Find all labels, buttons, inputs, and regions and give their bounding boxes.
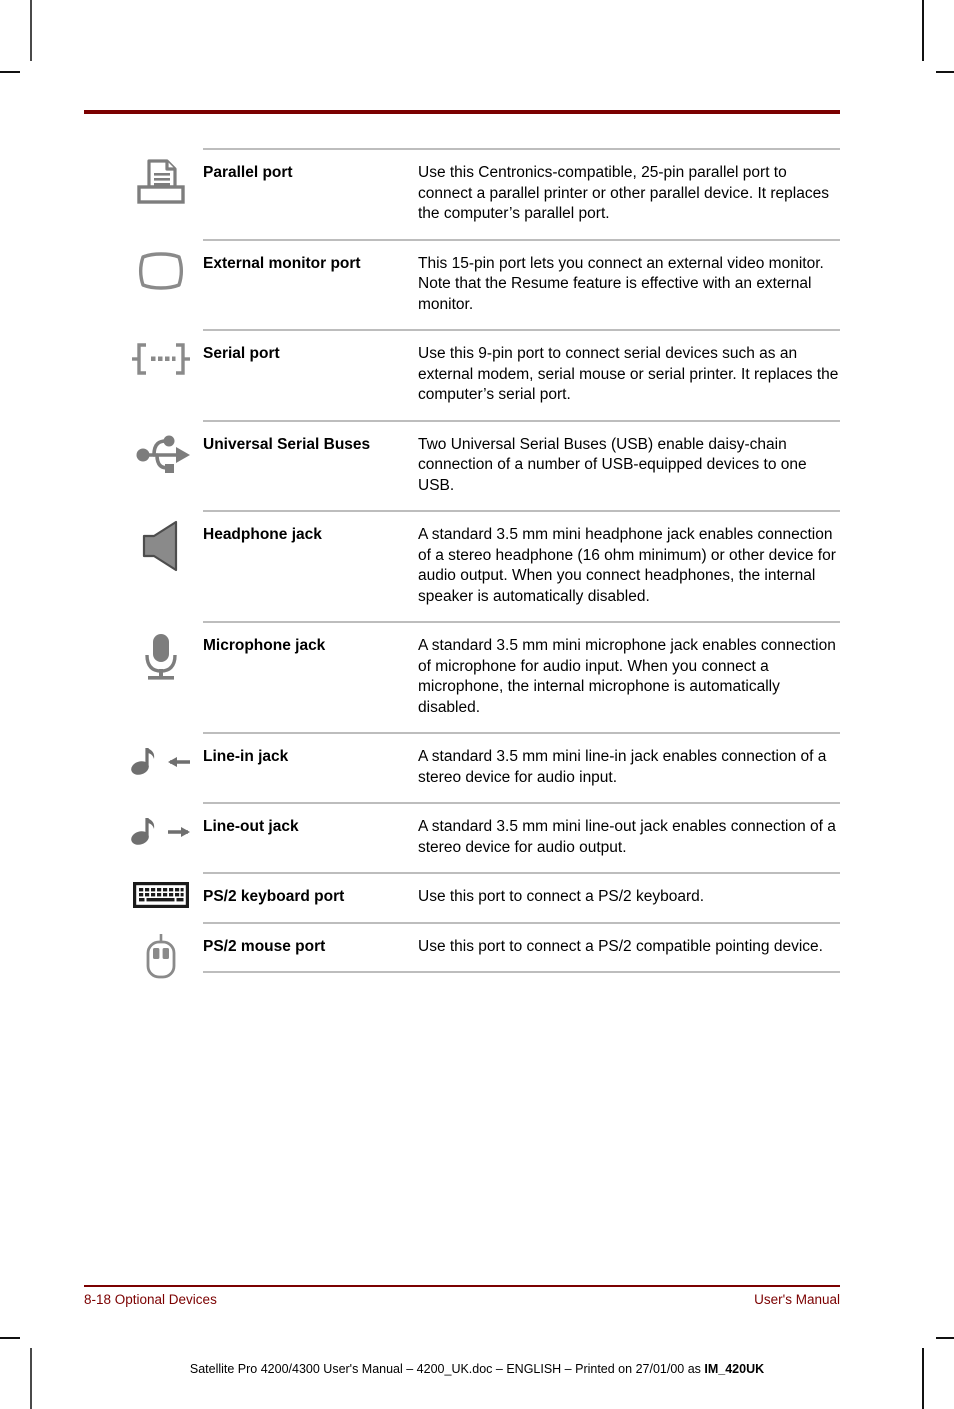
crop-mark-top-right-vertical: [922, 0, 924, 61]
table-row: Line-out jack A standard 3.5 mm mini lin…: [119, 802, 840, 872]
port-label: Parallel port: [203, 148, 418, 197]
port-label: Line-in jack: [203, 732, 418, 781]
serial-port-icon: [119, 329, 203, 379]
port-description: Two Universal Serial Buses (USB) enable …: [418, 419, 840, 511]
printer-icon: [119, 148, 203, 206]
port-description: This 15-pin port lets you connect an ext…: [418, 238, 840, 330]
table-row: Microphone jack A standard 3.5 mm mini m…: [119, 621, 840, 732]
port-description: A standard 3.5 mm mini line-in jack enab…: [418, 732, 840, 802]
port-label: Serial port: [203, 329, 418, 378]
port-label: Line-out jack: [203, 802, 418, 851]
port-label: Microphone jack: [203, 621, 418, 670]
crop-mark-bottom-right-vertical: [922, 1348, 924, 1409]
print-line-text: Satellite Pro 4200/4300 User's Manual – …: [189, 1362, 705, 1376]
port-description: Use this 9-pin port to connect serial de…: [418, 329, 840, 420]
port-label: External monitor port: [203, 238, 418, 288]
mouse-icon: [119, 922, 203, 980]
table-row: External monitor port This 15-pin port l…: [119, 238, 840, 330]
port-description: A standard 3.5 mm mini microphone jack e…: [418, 621, 840, 732]
port-specification-table: Parallel port Use this Centronics-compat…: [119, 148, 840, 980]
footer-manual-title: User's Manual: [754, 1292, 840, 1307]
speaker-icon: [119, 510, 203, 572]
port-description: A standard 3.5 mm mini line-out jack ena…: [418, 802, 840, 872]
crop-mark-top-right-horizontal: [936, 71, 954, 73]
music-note-left-arrow-icon: [119, 732, 203, 778]
crop-mark-bottom-left-horizontal: [0, 1337, 20, 1339]
port-label: PS/2 mouse port: [203, 921, 418, 973]
microphone-icon: [119, 621, 203, 683]
page-footer: 8-18 Optional Devices User's Manual: [84, 1292, 840, 1307]
port-description: Use this Centronics-compatible, 25-pin p…: [418, 148, 840, 239]
port-description: Use this port to connect a PS/2 keyboard…: [418, 872, 840, 922]
table-row: Universal Serial Buses Two Universal Ser…: [119, 419, 840, 511]
header-rule: [84, 110, 840, 114]
monitor-icon: [119, 239, 203, 293]
crop-mark-top-left-horizontal: [0, 71, 20, 73]
table-row: Serial port Use this 9-pin port to conne…: [119, 329, 840, 420]
port-description: A standard 3.5 mm mini headphone jack en…: [418, 510, 840, 621]
footer-rule: [84, 1285, 840, 1287]
port-label: Headphone jack: [203, 510, 418, 559]
crop-mark-top-left-vertical: [30, 0, 32, 61]
port-label: PS/2 keyboard port: [203, 872, 418, 921]
print-line-docid: IM_420UK: [704, 1362, 765, 1376]
crop-mark-bottom-right-horizontal: [936, 1337, 954, 1339]
table-row: Parallel port Use this Centronics-compat…: [119, 148, 840, 239]
music-note-right-arrow-icon: [119, 802, 203, 848]
port-label: Universal Serial Buses: [203, 419, 418, 469]
footer-page-section: 8-18 Optional Devices: [84, 1292, 217, 1307]
keyboard-icon: [119, 872, 203, 908]
port-description: Use this port to connect a PS/2 compatib…: [418, 921, 840, 973]
crop-mark-bottom-left-vertical: [30, 1348, 32, 1409]
table-row: PS/2 keyboard port Use this port to conn…: [119, 872, 840, 922]
table-row: Headphone jack A standard 3.5 mm mini he…: [119, 510, 840, 621]
usb-icon: [119, 420, 203, 480]
print-production-line: Satellite Pro 4200/4300 User's Manual – …: [0, 1362, 954, 1376]
table-row: PS/2 mouse port Use this port to connect…: [119, 921, 840, 980]
table-row: Line-in jack A standard 3.5 mm mini line…: [119, 732, 840, 802]
